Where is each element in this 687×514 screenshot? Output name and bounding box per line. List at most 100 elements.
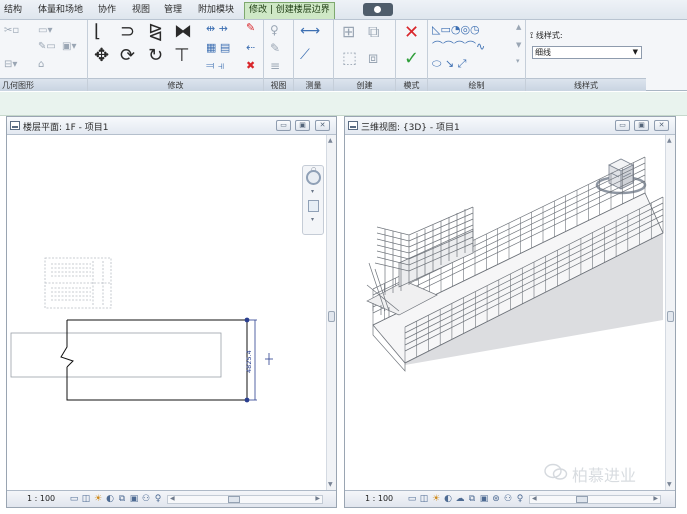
delete-icon[interactable]: ✖	[246, 60, 255, 71]
offset-icon[interactable]: ⊃	[120, 23, 135, 41]
chevron-down-icon[interactable]: ▾	[311, 216, 314, 223]
restore-button[interactable]: ▣	[295, 120, 310, 131]
aligned-dimension-icon[interactable]: ⟋	[300, 48, 310, 62]
vertical-scroll-thumb[interactable]	[328, 311, 335, 322]
minimize-button[interactable]: ▭	[276, 120, 291, 131]
floor-plan-title-bar[interactable]: 楼层平面: 1F - 项目1 ▭ ▣ ✕	[7, 117, 336, 135]
detail-level-icon[interactable]: ▭	[407, 494, 417, 504]
copy-icon[interactable]: ⟳	[120, 47, 135, 65]
crop-view-icon[interactable]: ⧉	[467, 494, 477, 504]
options-toggle-button[interactable]	[363, 3, 393, 16]
temporary-hide-icon[interactable]: ⚇	[503, 494, 513, 504]
paint-icon[interactable]: ✎▭	[38, 42, 56, 52]
view-scale[interactable]: 1 : 100	[27, 494, 55, 503]
navigation-bar: ○ ▾ ▾	[302, 165, 324, 235]
split-face-icon[interactable]: ▣▾	[62, 42, 76, 52]
crop-view-icon[interactable]: ⧉	[117, 494, 127, 504]
lock-3d-view-icon[interactable]: ⊛	[491, 494, 501, 504]
scale-icon[interactable]: ⫤ ⫣	[206, 60, 224, 71]
wall-joins-icon[interactable]: ⊟▾	[4, 60, 17, 70]
stair-outline	[44, 257, 112, 309]
scroll-right-icon[interactable]: ▶	[315, 495, 320, 502]
detail-level-icon[interactable]: ▭	[69, 494, 79, 504]
demolish-icon[interactable]: ⌂	[38, 60, 44, 70]
draw-line-icon[interactable]: ◺▭◔◎◷	[432, 24, 480, 35]
sun-path-icon[interactable]: ☀	[431, 494, 441, 504]
cut-geometry-icon[interactable]: ✂▫	[4, 26, 19, 36]
move-split-icon[interactable]: ⇹ ⇸	[206, 23, 228, 34]
rotate-icon[interactable]: ↻	[148, 47, 163, 65]
scroll-left-icon[interactable]: ◀	[532, 495, 537, 502]
scroll-left-icon[interactable]: ◀	[170, 495, 175, 502]
3d-view-canvas[interactable]	[345, 135, 675, 490]
show-crop-icon[interactable]: ▣	[129, 494, 139, 504]
tab-manage[interactable]: 管理	[164, 3, 182, 17]
line-style-dropdown[interactable]: 细线 ▼	[532, 46, 642, 59]
tab-addins[interactable]: 附加模块	[198, 3, 234, 17]
close-button[interactable]: ✕	[654, 120, 669, 131]
mirror-draw-icon[interactable]: ⧓	[174, 23, 192, 41]
scroll-right-icon[interactable]: ▶	[653, 495, 658, 502]
chevron-down-icon[interactable]: ▾	[311, 188, 314, 195]
view-scale[interactable]: 1 : 100	[365, 494, 393, 503]
floor-plan-horizontal-scrollbar[interactable]: ◀ ▶	[167, 495, 323, 504]
create-group-icon[interactable]: ⬚	[342, 50, 357, 66]
reveal-hidden-icon[interactable]: ♀	[515, 494, 525, 504]
restore-button[interactable]: ▣	[634, 120, 649, 131]
draw-scroll-down-icon[interactable]: ▼	[516, 42, 521, 49]
cancel-edit-icon[interactable]: ✕	[404, 24, 419, 42]
linework-icon[interactable]: ≡	[270, 60, 280, 72]
shadows-icon[interactable]: ◐	[105, 494, 115, 504]
render-icon[interactable]: ☁	[455, 494, 465, 504]
tab-collaborate[interactable]: 协作	[98, 3, 116, 17]
draw-arc-icon[interactable]: ⌒⌒⌒⌒∿	[432, 41, 485, 52]
floor-plan-canvas[interactable]: 4825.4 ○ ▾ ▾	[7, 135, 336, 490]
reveal-hidden-icon[interactable]: ♀	[153, 494, 163, 504]
zoom-icon[interactable]	[308, 200, 319, 212]
unpin-icon[interactable]: ⇠	[246, 42, 255, 53]
draw-ellipse-icon[interactable]: ⬭ ↘ ⤢	[432, 58, 466, 69]
mirror-axis-icon[interactable]: ⧎	[148, 23, 163, 41]
steering-wheel-icon[interactable]	[306, 170, 321, 185]
measure-icon[interactable]: ⟷	[300, 24, 320, 38]
temporary-hide-icon[interactable]: ⚇	[141, 494, 151, 504]
align-icon[interactable]: ⌊	[94, 23, 101, 41]
join-geometry-icon[interactable]: ▭▾	[38, 26, 52, 36]
minimize-button[interactable]: ▭	[615, 120, 630, 131]
vertical-scroll-thumb[interactable]	[667, 311, 674, 322]
3d-view-horizontal-scrollbar[interactable]: ◀ ▶	[529, 495, 661, 504]
close-button[interactable]: ✕	[315, 120, 330, 131]
draw-expand-icon[interactable]: ▾	[516, 58, 520, 65]
create-similar-icon[interactable]: ⧈	[368, 50, 378, 66]
panel-title-measure: 测量	[294, 78, 333, 91]
scroll-up-icon[interactable]: ▲	[667, 137, 672, 144]
floor-plan-vertical-scrollbar[interactable]: ▲ ▼	[326, 135, 336, 490]
tab-view[interactable]: 视图	[132, 3, 150, 17]
3d-view-vertical-scrollbar[interactable]: ▲ ▼	[665, 135, 675, 490]
visual-style-icon[interactable]: ◫	[81, 494, 91, 504]
hide-element-icon[interactable]: ♀	[270, 24, 279, 36]
3d-view-title-bar[interactable]: 三维视图: {3D} - 项目1 ▭ ▣ ✕	[345, 117, 675, 135]
finish-edit-icon[interactable]: ✓	[404, 50, 419, 68]
scroll-up-icon[interactable]: ▲	[328, 137, 333, 144]
horizontal-scroll-thumb[interactable]	[228, 496, 240, 503]
sun-path-icon[interactable]: ☀	[93, 494, 103, 504]
scroll-down-icon[interactable]: ▼	[667, 481, 672, 488]
draw-scroll-up-icon[interactable]: ▲	[516, 24, 521, 31]
shadows-icon[interactable]: ◐	[443, 494, 453, 504]
tab-massing-site[interactable]: 体量和场地	[38, 3, 83, 17]
tab-modify-create-floor-boundary[interactable]: 修改 | 创建楼层边界	[244, 2, 335, 19]
show-crop-icon[interactable]: ▣	[479, 494, 489, 504]
move-icon[interactable]: ✥	[94, 47, 109, 65]
array-icon[interactable]: ▦ ▤	[206, 42, 230, 53]
horizontal-scroll-thumb[interactable]	[576, 496, 588, 503]
pin-icon[interactable]: ✎	[246, 22, 255, 33]
override-graphics-icon[interactable]: ✎	[270, 42, 280, 54]
trim-icon[interactable]: ⊤	[174, 47, 190, 65]
scroll-down-icon[interactable]: ▼	[328, 481, 333, 488]
tab-structure[interactable]: 结构	[4, 3, 22, 17]
visual-style-icon[interactable]: ◫	[419, 494, 429, 504]
create-assembly-icon[interactable]: ⊞	[342, 24, 355, 40]
options-dot-icon	[374, 6, 381, 13]
create-parts-icon[interactable]: ⧉	[368, 24, 379, 40]
